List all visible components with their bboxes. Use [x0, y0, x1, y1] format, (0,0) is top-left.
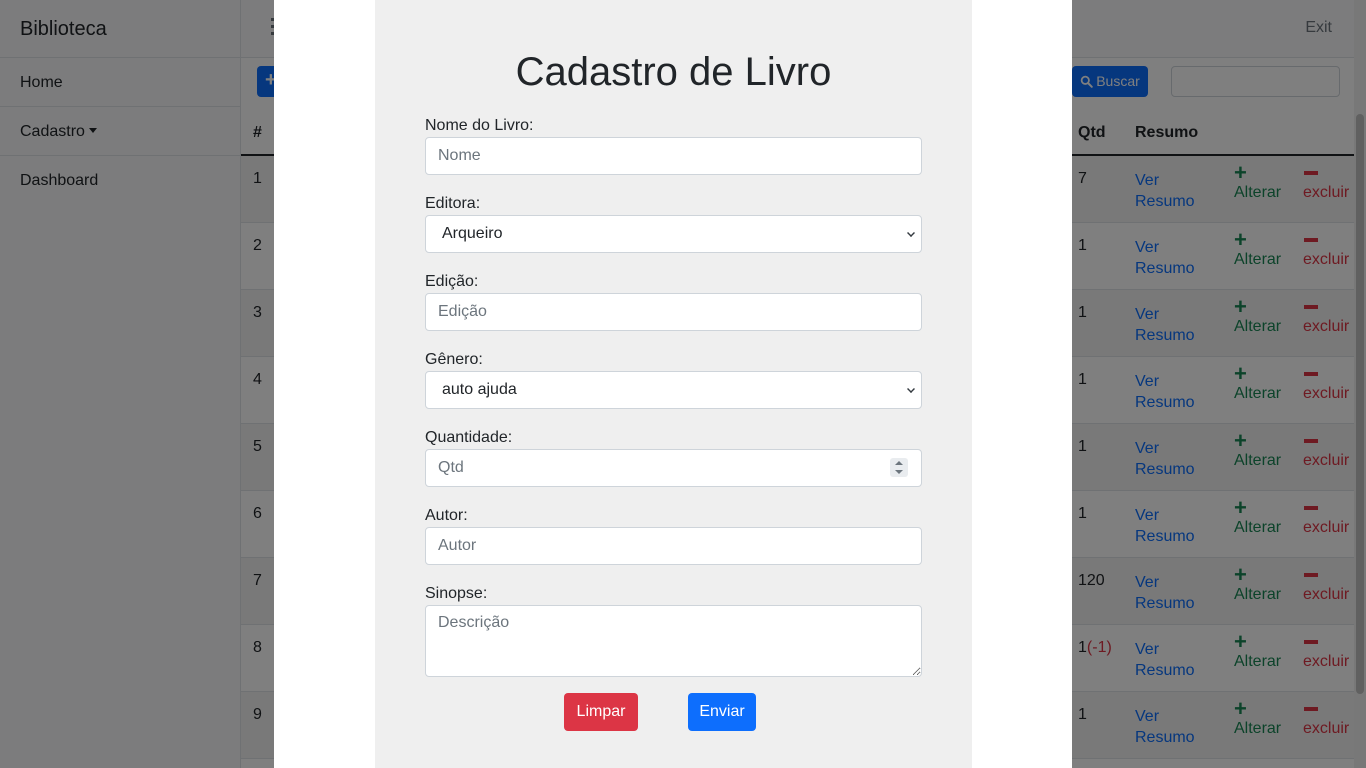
clear-button[interactable]: Limpar — [564, 693, 638, 731]
genero-selected-value: auto ajuda — [442, 381, 517, 398]
book-form: Cadastro de Livro Nome do Livro: Editora… — [375, 0, 972, 768]
genero-select[interactable]: auto ajuda — [425, 371, 922, 409]
sinopse-label: Sinopse: — [425, 585, 488, 602]
edicao-input[interactable] — [425, 293, 922, 331]
genero-label: Gênero: — [425, 351, 483, 368]
submit-button[interactable]: Enviar — [688, 693, 756, 731]
chevron-down-icon — [907, 385, 915, 393]
book-registration-modal: Cadastro de Livro Nome do Livro: Editora… — [274, 0, 1072, 768]
number-spinner-icon[interactable] — [890, 458, 908, 477]
nome-input[interactable] — [425, 137, 922, 175]
autor-input[interactable] — [425, 527, 922, 565]
edicao-label: Edição: — [425, 273, 479, 290]
nome-label: Nome do Livro: — [425, 117, 534, 134]
editora-selected-value: Arqueiro — [442, 225, 503, 242]
sinopse-textarea[interactable] — [425, 605, 922, 677]
editora-select[interactable]: Arqueiro — [425, 215, 922, 253]
quantidade-input[interactable] — [425, 449, 922, 487]
editora-label: Editora: — [425, 195, 481, 212]
autor-label: Autor: — [425, 507, 468, 524]
quantidade-label: Quantidade: — [425, 429, 513, 446]
chevron-down-icon — [907, 229, 915, 237]
form-title: Cadastro de Livro — [515, 50, 832, 94]
